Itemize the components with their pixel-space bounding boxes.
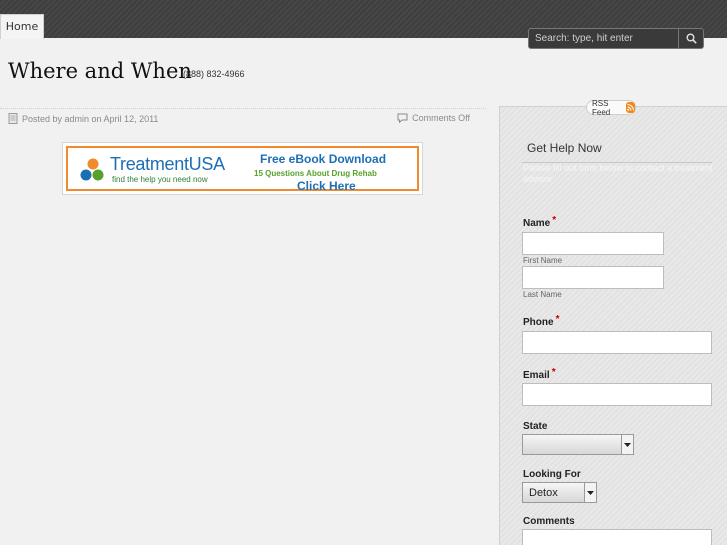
first-name-field[interactable] — [522, 232, 664, 255]
required-mark: * — [555, 314, 560, 325]
name-label: Name * — [523, 215, 557, 229]
ad-banner[interactable]: TreatmentUSA find the help you need now … — [66, 146, 419, 193]
header-divider — [0, 108, 486, 109]
name-label-text: Name — [523, 218, 551, 229]
email-label: Email * — [523, 367, 556, 381]
rss-feed-label: RSS Feed — [592, 98, 611, 117]
site-title[interactable]: Where and When — [8, 59, 192, 83]
comments-link[interactable]: Comments Off — [412, 113, 470, 123]
looking-for-select[interactable]: Detox — [522, 482, 597, 503]
ad-banner-frame: TreatmentUSA find the help you need now … — [62, 142, 423, 195]
required-mark: * — [551, 367, 556, 378]
phone-label-text: Phone — [523, 317, 554, 328]
nav-home-tab[interactable]: Home — [0, 14, 44, 39]
post-meta-right: Comments Off — [397, 113, 470, 123]
phone-label: Phone * — [523, 314, 560, 328]
sidebar: RSS Feed Get Help Now Please fill out fo… — [499, 99, 727, 545]
last-name-label: Last Name — [523, 290, 562, 299]
phone-field[interactable] — [522, 331, 712, 354]
post-meta-left: Posted by admin on April 12, 2011 — [8, 113, 158, 124]
email-label-text: Email — [523, 370, 550, 381]
chevron-down-icon — [621, 435, 633, 454]
rss-feed-link[interactable]: RSS Feed — [586, 98, 636, 117]
search-input[interactable] — [530, 30, 678, 47]
banner-line-2: 15 Questions About Drug Rehab — [254, 169, 377, 178]
rss-icon — [625, 102, 635, 113]
banner-tagline: find the help you need now — [112, 175, 208, 184]
banner-cta[interactable]: Click Here — [297, 179, 356, 193]
search-box — [528, 28, 704, 49]
email-field[interactable] — [522, 383, 712, 406]
post-byline: Posted by admin on April 12, 2011 — [22, 113, 159, 124]
search-icon — [686, 33, 697, 44]
search-button[interactable] — [678, 29, 703, 48]
comments-label: Comments — [523, 516, 575, 527]
widget-title: Get Help Now — [527, 141, 602, 155]
banner-brand: TreatmentUSA — [110, 154, 225, 174]
treatmentusa-logo-icon — [80, 158, 104, 181]
comment-icon — [397, 113, 408, 123]
first-name-label: First Name — [523, 256, 563, 265]
required-mark: * — [552, 215, 557, 226]
post-meta: Posted by admin on April 12, 2011 Commen… — [8, 113, 470, 127]
comments-field[interactable] — [522, 529, 712, 545]
state-select[interactable] — [522, 434, 634, 455]
document-icon — [8, 113, 18, 124]
chevron-down-icon — [584, 483, 596, 502]
looking-for-label: Looking For — [523, 469, 581, 480]
widget-intro: Please fill out form below to contact a … — [523, 163, 713, 184]
banner-line-1: Free eBook Download — [260, 152, 387, 166]
site-phone: (888) 832-4966 — [183, 69, 245, 79]
looking-for-select-value: Detox — [529, 486, 558, 499]
state-label: State — [523, 421, 548, 432]
last-name-field[interactable] — [522, 266, 664, 289]
